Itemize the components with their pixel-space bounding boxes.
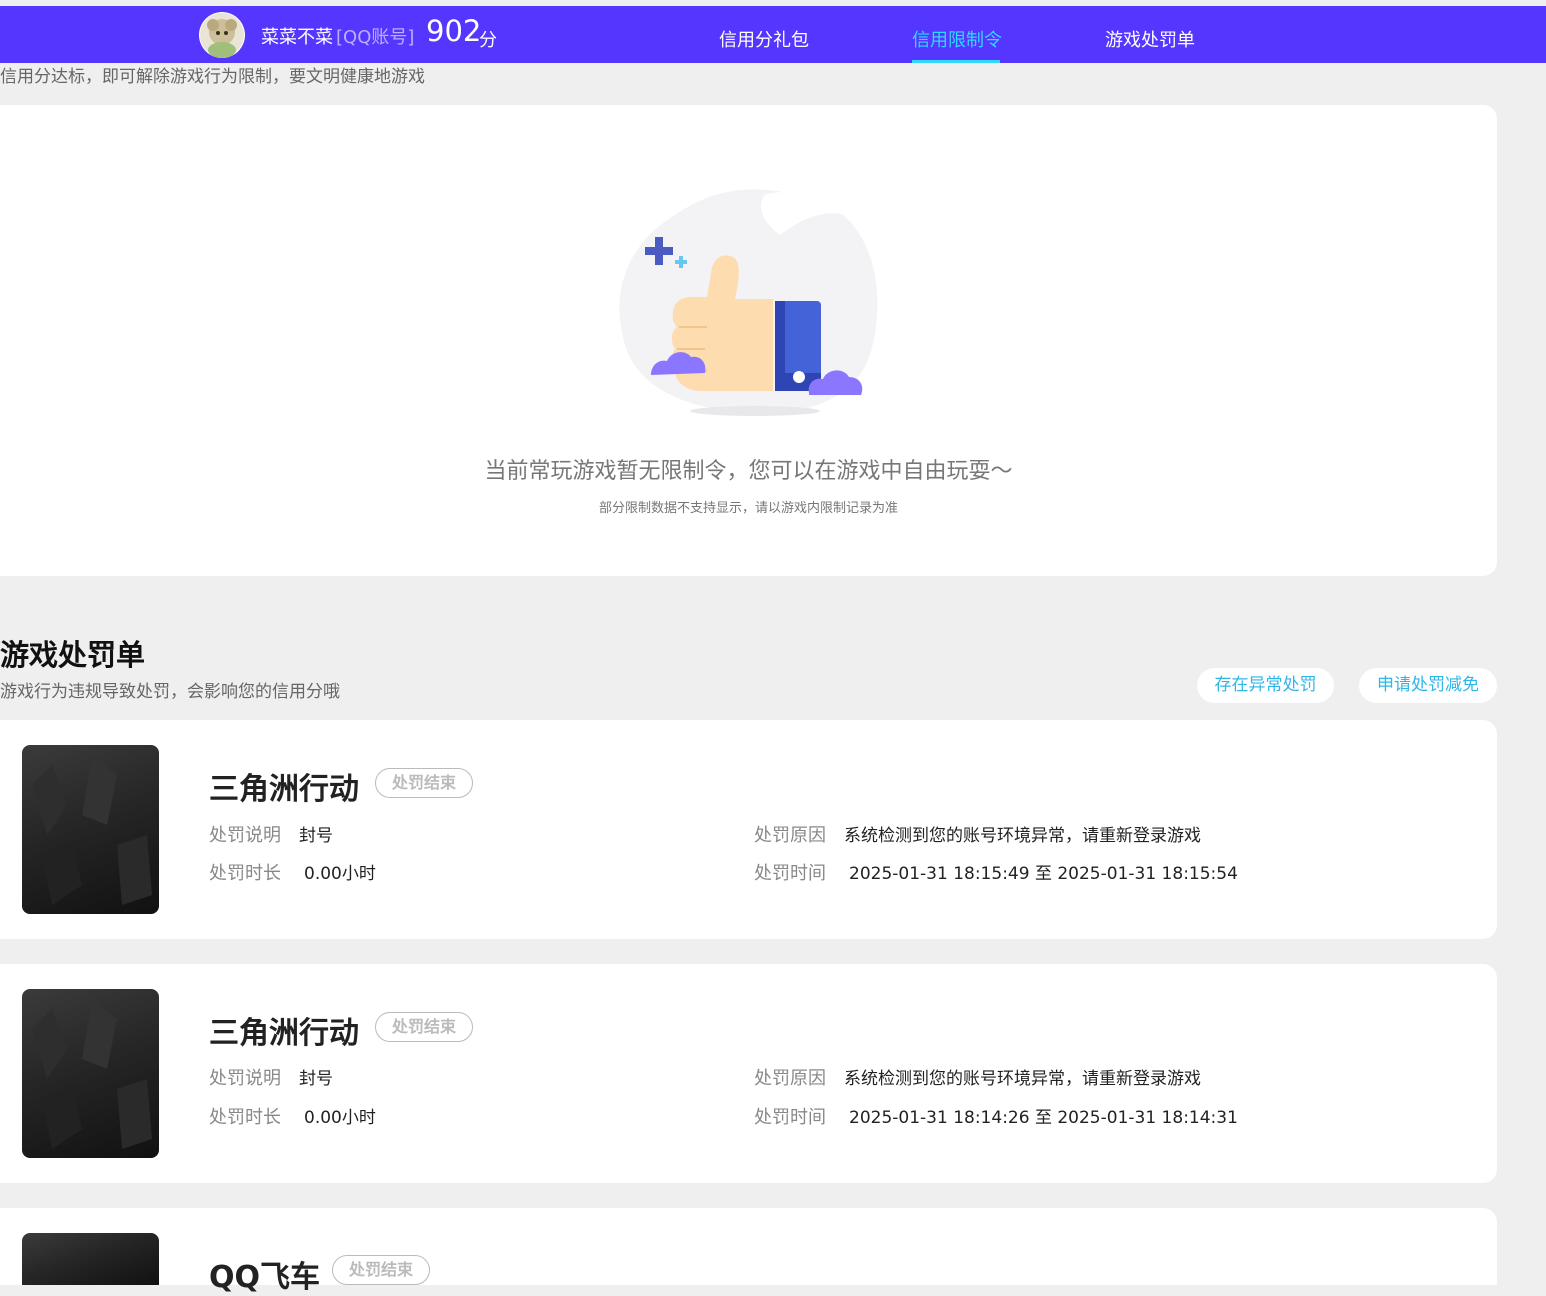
penalty-card[interactable]: 三角洲行动 处罚结束 处罚说明 封号 处罚原因 系统检测到您的账号环境异常，请重…	[0, 964, 1497, 1183]
penalty-card[interactable]: QQ飞车 处罚结束	[0, 1208, 1497, 1295]
penalty-time-label: 处罚时间	[754, 863, 826, 884]
game-cover-image	[22, 989, 159, 1158]
penalty-reason-label: 处罚原因	[754, 1068, 826, 1089]
penalty-duration-label: 处罚时长	[209, 863, 281, 884]
appeal-penalty-button[interactable]: 申请处罚减免	[1359, 668, 1497, 703]
tab-credit-gift[interactable]: 信用分礼包	[719, 26, 809, 52]
game-name: 三角洲行动	[209, 772, 359, 807]
user-avatar[interactable]	[199, 12, 245, 58]
penalty-reason-value: 系统检测到您的账号环境异常，请重新登录游戏	[844, 826, 1201, 846]
restriction-subtitle: 信用分达标，即可解除游戏行为限制，要文明健康地游戏	[0, 67, 425, 87]
tab-game-penalty[interactable]: 游戏处罚单	[1105, 26, 1195, 52]
penalty-duration-label: 处罚时长	[209, 1107, 281, 1128]
status-badge: 处罚结束	[332, 1255, 431, 1285]
credit-score-value: 902	[426, 14, 482, 48]
penalty-subtitle: 游戏行为违规导致处罚，会影响您的信用分哦	[0, 682, 340, 702]
abnormal-penalty-button[interactable]: 存在异常处罚	[1197, 668, 1334, 703]
empty-state-note: 部分限制数据不支持显示，请以游戏内限制记录为准	[598, 501, 898, 516]
thumbs-up-illustration	[615, 185, 890, 425]
penalty-time-value: 2025-01-31 18:14:26 至 2025-01-31 18:14:3…	[849, 1108, 1238, 1128]
active-tab-indicator	[912, 60, 1000, 63]
game-cover-image	[22, 745, 159, 914]
account-type-label: [QQ账号]	[336, 27, 415, 48]
game-name: 三角洲行动	[209, 1016, 359, 1051]
penalty-time-value: 2025-01-31 18:15:49 至 2025-01-31 18:15:5…	[849, 864, 1238, 884]
penalty-desc-label: 处罚说明	[209, 1068, 281, 1089]
penalty-duration-value: 0.00小时	[304, 1108, 376, 1128]
status-badge: 处罚结束	[375, 768, 474, 798]
user-nickname: 菜菜不菜	[261, 27, 333, 48]
penalty-section-title: 游戏处罚单	[0, 638, 146, 672]
tab-credit-restriction[interactable]: 信用限制令	[912, 26, 1002, 52]
penalty-card[interactable]: 三角洲行动 处罚结束 处罚说明 封号 处罚原因 系统检测到您的账号环境异常，请重…	[0, 720, 1497, 939]
penalty-desc-value: 封号	[299, 826, 333, 846]
game-name: QQ飞车	[209, 1260, 321, 1295]
penalty-desc-value: 封号	[299, 1069, 333, 1089]
penalty-duration-value: 0.00小时	[304, 864, 376, 884]
restriction-empty-card: 当前常玩游戏暂无限制令，您可以在游戏中自由玩耍～ 部分限制数据不支持显示，请以游…	[0, 105, 1497, 576]
penalty-reason-label: 处罚原因	[754, 825, 826, 846]
empty-state-message: 当前常玩游戏暂无限制令，您可以在游戏中自由玩耍～	[484, 459, 1013, 484]
penalty-reason-value: 系统检测到您的账号环境异常，请重新登录游戏	[844, 1069, 1201, 1089]
penalty-desc-label: 处罚说明	[209, 825, 281, 846]
penalty-time-label: 处罚时间	[754, 1107, 826, 1128]
status-badge: 处罚结束	[375, 1012, 474, 1042]
game-cover-image	[22, 1233, 159, 1285]
top-nav-bar: 菜菜不菜 [QQ账号] 902 分 信用分礼包 信用限制令 游戏处罚单	[0, 6, 1546, 63]
credit-score-unit: 分	[479, 30, 497, 51]
